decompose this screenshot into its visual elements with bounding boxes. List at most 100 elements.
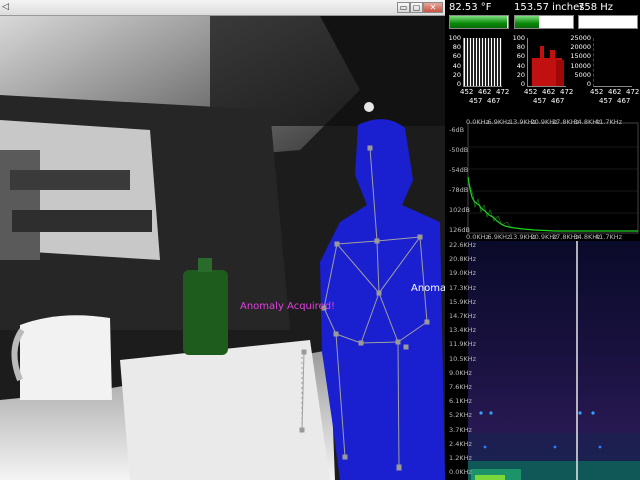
spectrogram-y-label: 10.5KHz — [449, 354, 477, 363]
temperature-sensor: 82.53 °F — [445, 1, 511, 31]
spectrum-freq-label: 0.0KHz — [466, 118, 489, 126]
spectrogram-y-label: 14.7KHz — [449, 312, 477, 320]
mini-y-tick: 20000 — [570, 43, 591, 52]
mini-x-tick: 462 — [478, 88, 492, 96]
spectrum-db-label: -78dB — [449, 186, 469, 194]
app-icon[interactable]: ◁ — [2, 2, 16, 13]
mini-y-tick: 100 — [448, 34, 461, 42]
mini-x-tick: 472 — [496, 88, 510, 96]
mini-x-tick: 462 — [608, 88, 622, 96]
spectrum-db-label: -54dB — [449, 166, 469, 174]
mini-chart-frequency: 25000 20000 15000 10000 5000 0 452 462 472 457 467 — [570, 32, 640, 108]
skeleton-joint — [424, 319, 430, 325]
mini-y-tick: 0 — [586, 80, 591, 88]
frequency-sensor: 758 Hz — [574, 1, 640, 31]
spectrogram-y-label: 20.8KHz — [449, 255, 477, 264]
spectrogram-freq-label: 41.7KHz — [595, 233, 623, 241]
temperature-value: 82.53 °F — [449, 2, 492, 13]
close-button[interactable]: ✕ — [423, 2, 443, 13]
temperature-bar — [449, 15, 509, 29]
shelf-row — [12, 210, 152, 232]
jug-object — [20, 315, 112, 400]
skeleton-joint — [403, 344, 409, 350]
skeleton-joint — [396, 464, 402, 470]
mini-x-tick: 462 — [542, 88, 556, 96]
mini-x-tick: 457 — [469, 97, 483, 105]
mini-plot — [463, 38, 502, 87]
mini-x-tick: 457 — [599, 97, 613, 105]
temperature-fill — [450, 16, 507, 28]
mini-y-tick: 60 — [452, 52, 461, 61]
spectrogram-y-label: 19.0KHz — [449, 269, 477, 278]
distance-bar — [514, 15, 574, 29]
frequency-bar — [578, 15, 638, 29]
mini-y-tick: 60 — [516, 52, 525, 61]
mini-x-tick: 467 — [617, 97, 631, 105]
skeleton-joint — [374, 238, 380, 244]
mini-x-tick: 472 — [560, 88, 574, 96]
skeleton-joint — [367, 145, 373, 151]
spectrogram-y-label: 15.9KHz — [449, 297, 477, 306]
mini-y-tick: 100 — [512, 34, 525, 42]
white-marker — [364, 102, 374, 112]
maximize-button[interactable]: ▢ — [410, 2, 423, 13]
spectrum-db-label: 102dB — [449, 206, 470, 214]
skeleton-joint — [334, 241, 340, 247]
skeleton-joint — [342, 454, 348, 460]
shelf-left — [0, 150, 40, 260]
mini-plot — [527, 38, 566, 87]
mini-x-tick: 467 — [487, 97, 501, 105]
skeleton-joint — [376, 290, 382, 296]
spectrogram-y-label: 22.6KHz — [449, 241, 477, 249]
mini-x-tick: 452 — [590, 88, 604, 96]
spectrogram-y-label: 13.4KHz — [449, 326, 477, 335]
spectrogram-y-label: 9.0KHz — [449, 368, 472, 377]
mini-x-tick: 472 — [626, 88, 640, 96]
distance-sensor: 153.57 inches — [510, 1, 584, 31]
minimize-button[interactable]: ▭ — [397, 2, 410, 13]
frequency-value: 758 Hz — [578, 2, 614, 13]
mini-x-tick: 452 — [524, 88, 538, 96]
mini-chart-temperature: 100 80 60 40 20 0 452 462 472 457 467 — [445, 32, 510, 108]
mini-y-tick: 5000 — [574, 70, 591, 79]
mini-y-tick: 40 — [452, 61, 461, 70]
mini-x-tick: 457 — [533, 97, 547, 105]
distance-fill — [515, 16, 540, 28]
mini-plot — [593, 38, 632, 87]
mini-y-tick: 80 — [516, 43, 525, 52]
window-titlebar: ◁ ▭ ▢ ✕ — [0, 0, 445, 16]
mini-y-tick: 0 — [520, 80, 525, 88]
mini-y-tick: 0 — [456, 80, 461, 88]
mini-y-tick: 10000 — [570, 61, 591, 70]
mini-y-tick: 20 — [516, 70, 525, 79]
green-object — [183, 270, 228, 355]
shelf-row — [10, 170, 130, 190]
table-region — [120, 340, 330, 480]
spectrogram-y-label: 17.3KHz — [449, 283, 477, 292]
spectrum-db-label: -6dB — [449, 126, 465, 134]
mini-x-tick: 467 — [551, 97, 565, 105]
skeleton-joint — [358, 340, 364, 346]
spectrogram-y-label: 3.7KHz — [449, 425, 472, 434]
spectrogram-freq-label: 0.0KHz — [466, 233, 489, 241]
spectrum-db-label: -50dB — [449, 146, 469, 154]
mini-y-tick: 15000 — [570, 52, 591, 61]
skeleton-joint — [395, 339, 401, 345]
spectrogram-y-label: 2.4KHz — [449, 439, 472, 448]
spectrogram-y-label: 5.2KHz — [449, 411, 472, 420]
green-object-top — [198, 258, 212, 272]
spectrogram-y-label: 6.1KHz — [449, 397, 472, 406]
spectrogram-y-label: 0.0KHz — [449, 468, 472, 477]
anomaly-acquired-label: Anomaly Acquired! — [240, 301, 336, 312]
spectrogram-y-label: 1.2KHz — [449, 454, 472, 462]
spectrogram-y-label: 7.6KHz — [449, 383, 472, 391]
depth-camera-view: Anomaly Acquired! Anomaly — [0, 0, 455, 480]
spectrogram-y-label: 11.9KHz — [449, 340, 477, 349]
spectrum-freq-label: 6.9KHz — [487, 118, 511, 126]
spectrum-freq-label: 41.7KHz — [595, 118, 623, 126]
skeleton-joint — [333, 331, 339, 337]
mini-y-tick: 40 — [516, 61, 525, 70]
mini-y-tick: 80 — [452, 43, 461, 52]
spectrogram-freq-label: 6.9KHz — [487, 233, 511, 241]
mini-y-tick: 25000 — [570, 34, 591, 42]
